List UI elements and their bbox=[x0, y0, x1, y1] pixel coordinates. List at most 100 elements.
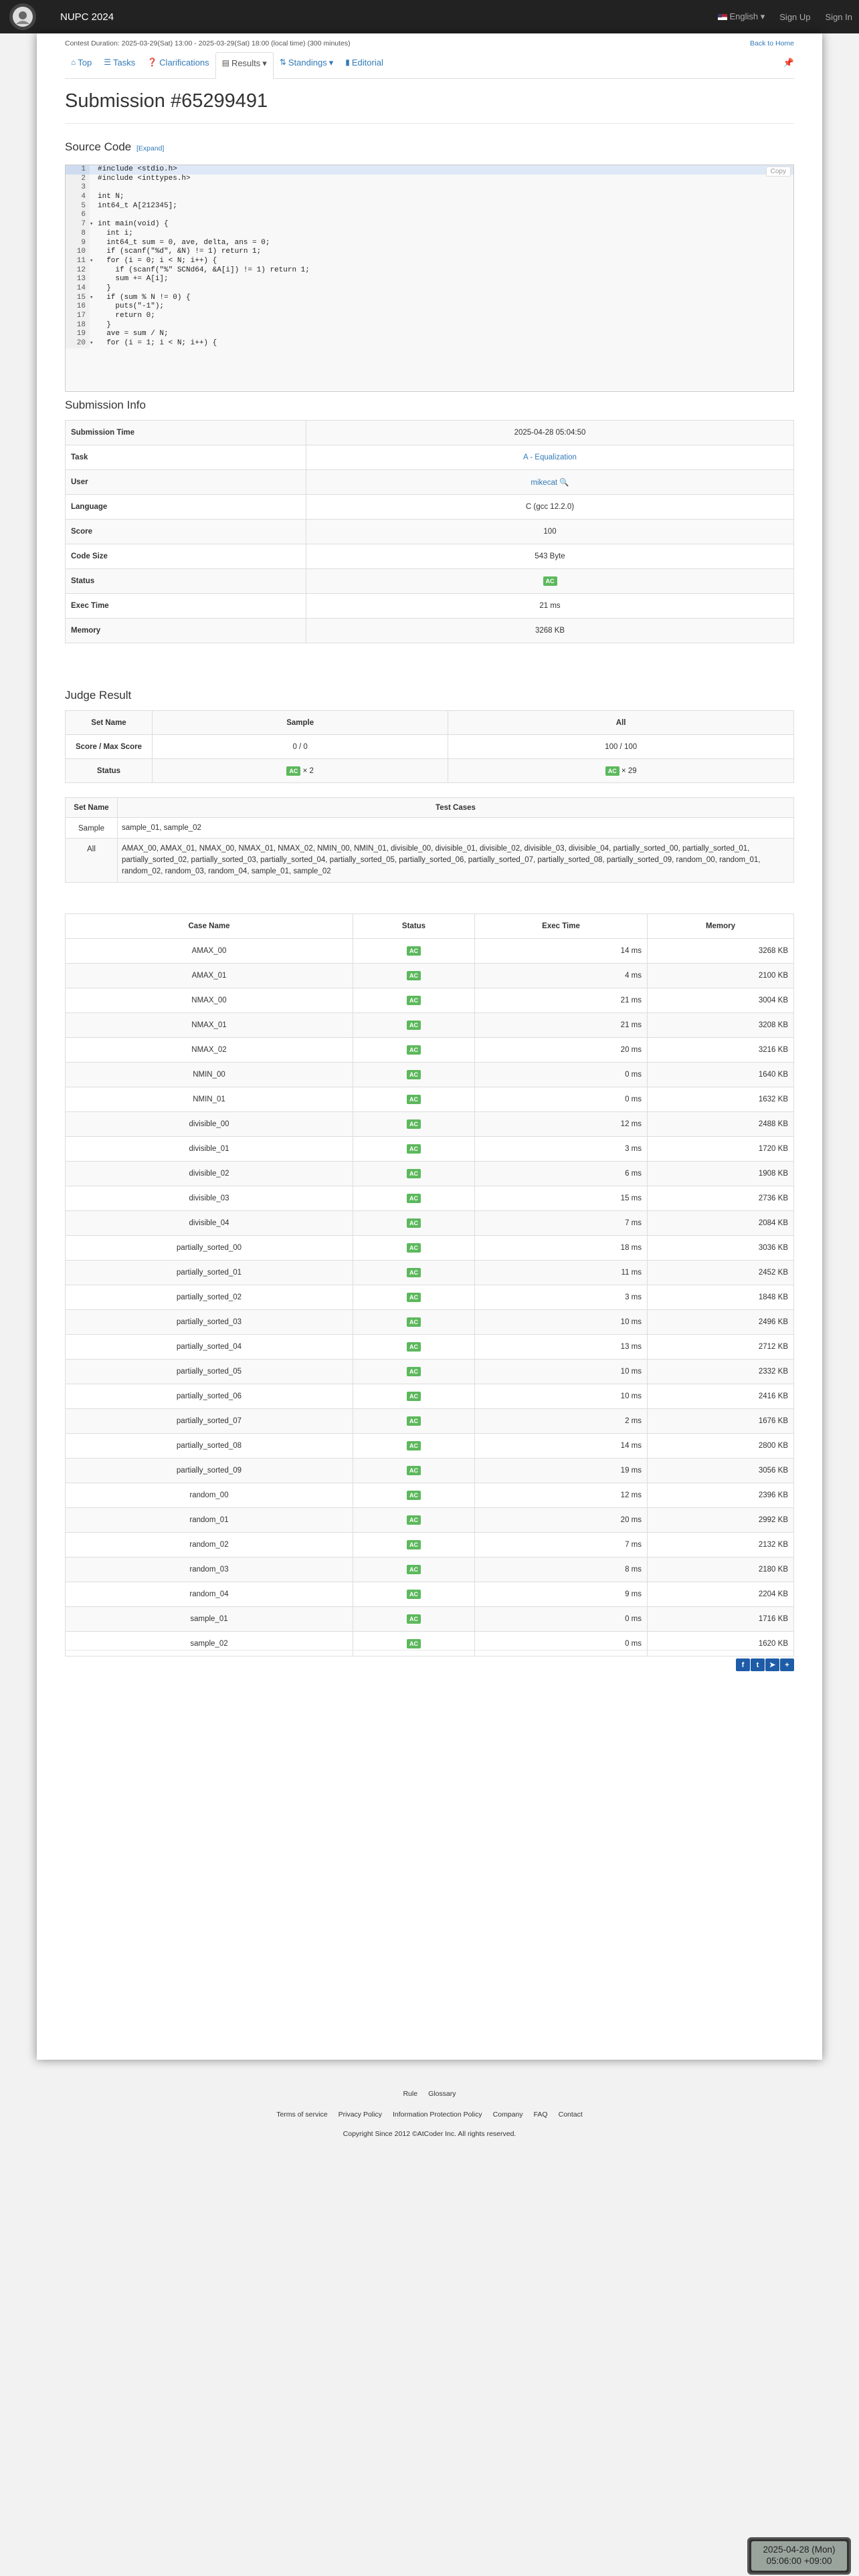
case-name: NMAX_01 bbox=[65, 1012, 353, 1038]
line-number: 8 bbox=[66, 229, 90, 239]
footer-link-glossary[interactable]: Glossary bbox=[428, 2090, 456, 2098]
status-badge: AC bbox=[407, 971, 421, 980]
facebook-icon[interactable]: f bbox=[736, 1658, 750, 1671]
contest-name[interactable]: NUPC 2024 bbox=[60, 11, 114, 23]
tab-standings[interactable]: ⇅ Standings ▾ bbox=[274, 52, 339, 75]
fold-arrow-icon[interactable]: ▾ bbox=[90, 220, 95, 229]
footer-link-privacy[interactable]: Privacy Policy bbox=[339, 2111, 382, 2119]
table-row: partially_sorted_03 AC 10 ms 2496 KB bbox=[65, 1309, 794, 1335]
divider bbox=[65, 123, 794, 124]
fold-gutter bbox=[90, 302, 95, 312]
case-name: random_01 bbox=[65, 1507, 353, 1533]
copy-button[interactable]: Copy bbox=[765, 167, 791, 177]
judge-result-table: Set Name Sample All Score / Max Score 0 / 0… bbox=[65, 710, 794, 783]
memory: 2496 KB bbox=[647, 1309, 794, 1335]
status-cell: AC bbox=[353, 1483, 475, 1508]
fold-gutter bbox=[90, 266, 95, 276]
exec-time: 21 ms bbox=[474, 1012, 648, 1038]
case-name: partially_sorted_07 bbox=[65, 1408, 353, 1434]
expand-link[interactable]: [Expand] bbox=[136, 144, 164, 152]
memory: 1720 KB bbox=[647, 1136, 794, 1162]
submission-info-table: Submission Time 2025-04-28 05:04:50 Task A… bbox=[65, 420, 794, 643]
atcoder-logo[interactable] bbox=[9, 3, 36, 30]
table-row: Task A - Equalization bbox=[65, 445, 794, 470]
task-link[interactable]: A - Equalization bbox=[523, 453, 577, 461]
telegram-icon[interactable]: ➤ bbox=[765, 1658, 779, 1671]
fold-gutter bbox=[90, 284, 95, 294]
case-name: divisible_03 bbox=[65, 1186, 353, 1211]
table-row: partially_sorted_06 AC 10 ms 2416 KB bbox=[65, 1384, 794, 1409]
tab-results[interactable]: ▤ Results ▾ bbox=[215, 52, 274, 79]
twitter-icon[interactable]: t bbox=[751, 1658, 765, 1671]
table-row: Score 100 bbox=[65, 519, 794, 544]
status-badge: AC bbox=[407, 1095, 421, 1104]
line-number: 15 bbox=[66, 293, 90, 303]
memory: 2712 KB bbox=[647, 1334, 794, 1360]
clock-time: 05:06:00 +09:00 bbox=[766, 2556, 832, 2566]
code-line: 2 #include <inttypes.h> bbox=[66, 174, 793, 184]
share-buttons: f t ➤ + bbox=[736, 1658, 794, 1671]
case-name: partially_sorted_09 bbox=[65, 1458, 353, 1483]
exec-time: 14 ms bbox=[474, 1433, 648, 1459]
fold-arrow-icon[interactable]: ▾ bbox=[90, 294, 95, 303]
footer-link-company[interactable]: Company bbox=[493, 2111, 523, 2119]
footer-link-rule[interactable]: Rule bbox=[403, 2090, 417, 2098]
status-badge: AC bbox=[605, 766, 619, 776]
table-row: divisible_04 AC 7 ms 2084 KB bbox=[65, 1210, 794, 1236]
caret-down-icon: ▾ bbox=[262, 58, 267, 68]
share-plus-icon[interactable]: + bbox=[780, 1658, 794, 1671]
code-text: int64_t A[212345]; bbox=[98, 201, 177, 210]
status-badge: AC bbox=[407, 1317, 421, 1327]
footer-link-contact[interactable]: Contact bbox=[559, 2111, 583, 2119]
case-name: partially_sorted_01 bbox=[65, 1260, 353, 1285]
footer-link-info-protection[interactable]: Information Protection Policy bbox=[393, 2111, 482, 2119]
row-label: Task bbox=[65, 445, 306, 470]
status-cell: AC bbox=[353, 1111, 475, 1137]
table-row: AMAX_00 AC 14 ms 3268 KB bbox=[65, 938, 794, 964]
case-name: divisible_00 bbox=[65, 1111, 353, 1137]
memory: 1620 KB bbox=[647, 1631, 794, 1656]
status-badge: AC bbox=[407, 1144, 421, 1154]
pin-icon[interactable]: 📌 bbox=[783, 52, 794, 68]
search-icon[interactable]: 🔍 bbox=[559, 479, 569, 487]
line-number: 1 bbox=[66, 165, 90, 175]
language-dropdown[interactable]: English ▾ bbox=[718, 11, 765, 22]
logo-emblem-icon bbox=[13, 7, 33, 27]
back-to-home-link[interactable]: Back to Home bbox=[750, 39, 794, 47]
status-cell: AC bbox=[353, 1334, 475, 1360]
sign-in-link[interactable]: Sign In bbox=[826, 12, 852, 22]
status-cell: AC bbox=[353, 1433, 475, 1459]
fold-arrow-icon[interactable]: ▾ bbox=[90, 257, 95, 266]
fold-arrow-icon[interactable]: ▾ bbox=[90, 339, 95, 348]
sign-up-link[interactable]: Sign Up bbox=[779, 12, 810, 22]
exec-time: 6 ms bbox=[474, 1161, 648, 1186]
status-badge: AC bbox=[407, 996, 421, 1005]
line-number: 6 bbox=[66, 211, 90, 221]
table-row: random_00 AC 12 ms 2396 KB bbox=[65, 1483, 794, 1508]
tab-tasks[interactable]: ☰ Tasks bbox=[98, 52, 141, 75]
memory: 3268 KB bbox=[647, 938, 794, 964]
exec-time: 3 ms bbox=[474, 1285, 648, 1310]
footer-link-faq[interactable]: FAQ bbox=[534, 2111, 548, 2119]
source-code-editor[interactable]: Copy 1 #include <stdio.h> 2 #include <intty… bbox=[65, 165, 794, 392]
table-row: AMAX_01 AC 4 ms 2100 KB bbox=[65, 963, 794, 988]
line-number: 10 bbox=[66, 247, 90, 257]
exec-time: 4 ms bbox=[474, 963, 648, 988]
case-name: random_03 bbox=[65, 1557, 353, 1582]
case-name: AMAX_00 bbox=[65, 938, 353, 964]
footer-link-terms[interactable]: Terms of service bbox=[276, 2111, 327, 2119]
status-cell: AC bbox=[353, 1532, 475, 1558]
tab-clarifications[interactable]: ❓ Clarifications bbox=[141, 52, 215, 75]
memory: 2992 KB bbox=[647, 1507, 794, 1533]
code-text: puts("-1"); bbox=[98, 302, 165, 311]
tab-editorial[interactable]: ▮ Editorial bbox=[339, 52, 389, 75]
tab-top[interactable]: ⌂ Top bbox=[65, 52, 98, 75]
table-row: divisible_01 AC 3 ms 1720 KB bbox=[65, 1136, 794, 1162]
user-link[interactable]: mikecat bbox=[531, 479, 557, 487]
fold-gutter bbox=[90, 175, 95, 184]
case-name: partially_sorted_06 bbox=[65, 1384, 353, 1409]
status-cell: AC bbox=[353, 1161, 475, 1186]
code-line: 14 } bbox=[66, 284, 793, 294]
table-row: partially_sorted_08 AC 14 ms 2800 KB bbox=[65, 1433, 794, 1459]
status-badge: AC bbox=[407, 946, 421, 956]
